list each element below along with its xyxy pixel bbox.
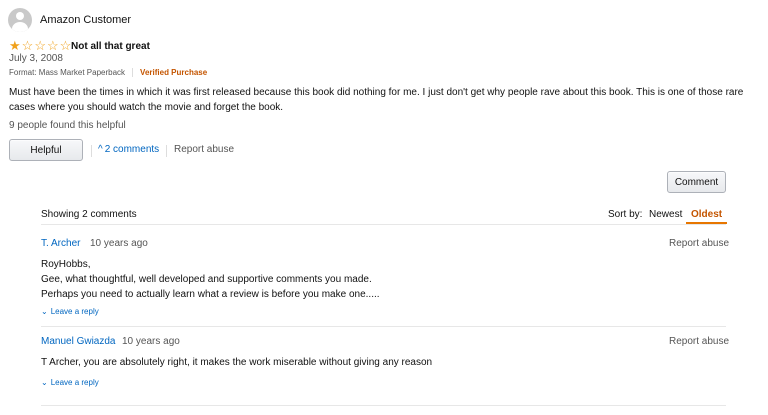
- comment-author[interactable]: Manuel Gwiazda: [41, 336, 115, 347]
- star-empty-icon: ☆: [21, 38, 34, 53]
- report-abuse-link[interactable]: Report abuse: [174, 144, 234, 155]
- leave-reply-label: Leave a reply: [50, 378, 99, 387]
- star-empty-icon: ☆: [59, 38, 72, 53]
- verified-purchase-badge: Verified Purchase: [140, 68, 208, 77]
- chevron-down-icon: ⌄: [41, 378, 48, 387]
- comment-button[interactable]: Comment: [667, 171, 726, 193]
- sort-oldest-tab[interactable]: Oldest: [691, 209, 722, 220]
- chevron-down-icon: ⌄: [41, 307, 48, 316]
- review-title[interactable]: Not all that great: [71, 41, 150, 52]
- sort-newest-tab[interactable]: Newest: [649, 209, 682, 220]
- comment-line: Perhaps you need to actually learn what …: [41, 289, 380, 300]
- comment-body: RoyHobbs, Gee, what thoughtful, well dev…: [41, 257, 380, 302]
- comment-report-abuse-link[interactable]: Report abuse: [669, 336, 729, 347]
- format-line: Format: Mass Market Paperback Verified P…: [9, 68, 207, 77]
- review-body: Must have been the times in which it was…: [9, 87, 744, 113]
- leave-reply-link[interactable]: ⌄ Leave a reply: [41, 378, 99, 387]
- divider: [41, 405, 726, 406]
- comments-toggle-link[interactable]: ^ 2 comments: [98, 144, 159, 155]
- avatar-body-icon: [12, 22, 28, 32]
- helpful-button[interactable]: Helpful: [9, 139, 83, 161]
- showing-comments-count: Showing 2 comments: [41, 209, 137, 220]
- star-empty-icon: ☆: [46, 38, 59, 53]
- divider: [91, 145, 92, 157]
- divider: [166, 145, 167, 157]
- format-separator: [132, 68, 134, 77]
- leave-reply-label: Leave a reply: [50, 307, 99, 316]
- avatar-head-icon: [16, 12, 24, 20]
- helpful-count: 9 people found this helpful: [9, 120, 126, 131]
- review-date: July 3, 2008: [9, 53, 63, 64]
- comment-author[interactable]: T. Archer: [41, 238, 80, 249]
- comments-link-label: 2 comments: [104, 144, 160, 155]
- comment-body: T Archer, you are absolutely right, it m…: [41, 355, 432, 370]
- sort-label: Sort by:: [608, 209, 643, 220]
- reviewer-name[interactable]: Amazon Customer: [40, 14, 131, 26]
- divider: [41, 326, 726, 327]
- star-rating: ★ ☆ ☆ ☆ ☆: [9, 38, 72, 53]
- format-label: Format: Mass Market Paperback: [9, 68, 126, 77]
- comment-line: Gee, what thoughtful, well developed and…: [41, 274, 372, 285]
- comment-report-abuse-link[interactable]: Report abuse: [669, 238, 729, 249]
- comment-timestamp: 10 years ago: [122, 336, 180, 347]
- comment-line: RoyHobbs,: [41, 259, 91, 270]
- avatar[interactable]: [8, 8, 32, 32]
- leave-reply-link[interactable]: ⌄ Leave a reply: [41, 307, 99, 316]
- comment-timestamp: 10 years ago: [90, 238, 148, 249]
- star-empty-icon: ☆: [34, 38, 46, 53]
- comment-line: T Archer, you are absolutely right, it m…: [41, 357, 433, 368]
- divider: [41, 224, 726, 225]
- star-filled-icon: ★: [9, 38, 21, 53]
- chevron-up-icon: ^: [98, 144, 103, 155]
